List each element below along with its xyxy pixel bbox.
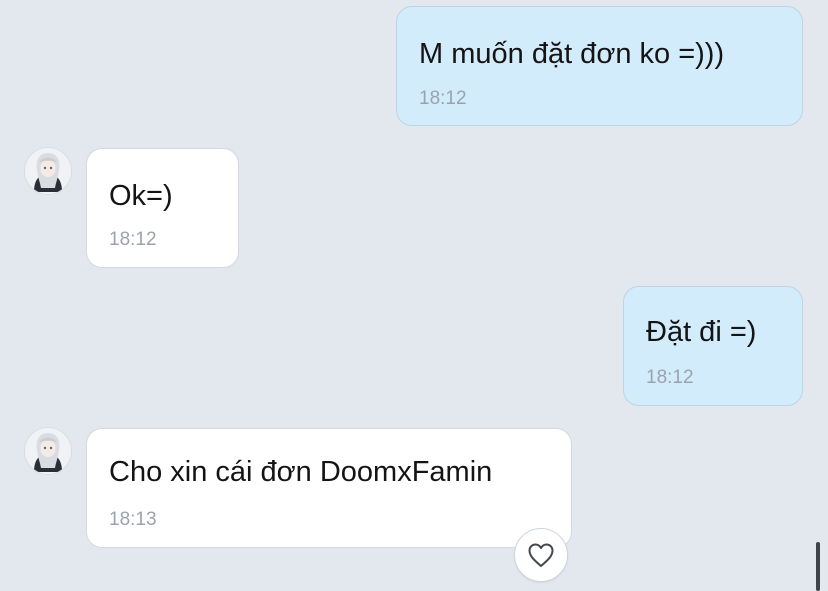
incoming-message-bubble[interactable]: Ok=) 18:12 <box>86 148 239 268</box>
avatar-icon[interactable] <box>24 427 72 475</box>
message-timestamp: 18:12 <box>419 88 467 109</box>
message-text: Ok=) <box>109 180 173 212</box>
avatar-icon[interactable] <box>24 147 72 195</box>
incoming-message-bubble[interactable]: Cho xin cái đơn DoomxFamin 18:13 <box>86 428 572 548</box>
message-timestamp: 18:13 <box>109 509 157 530</box>
outgoing-message-bubble[interactable]: Đặt đi =) 18:12 <box>623 286 803 406</box>
message-text: Cho xin cái đơn DoomxFamin <box>109 456 493 488</box>
scrollbar[interactable] <box>816 542 820 591</box>
heart-outline-icon <box>528 543 554 567</box>
chat-message-list[interactable]: M muốn đặt đơn ko =))) 18:12 Ok=) 18:12 … <box>0 0 828 591</box>
react-heart-button[interactable] <box>514 528 568 582</box>
outgoing-message-bubble[interactable]: M muốn đặt đơn ko =))) 18:12 <box>396 6 803 126</box>
message-timestamp: 18:12 <box>109 229 157 250</box>
message-text: M muốn đặt đơn ko =))) <box>419 38 725 70</box>
message-timestamp: 18:12 <box>646 367 694 388</box>
message-text: Đặt đi =) <box>646 316 757 348</box>
